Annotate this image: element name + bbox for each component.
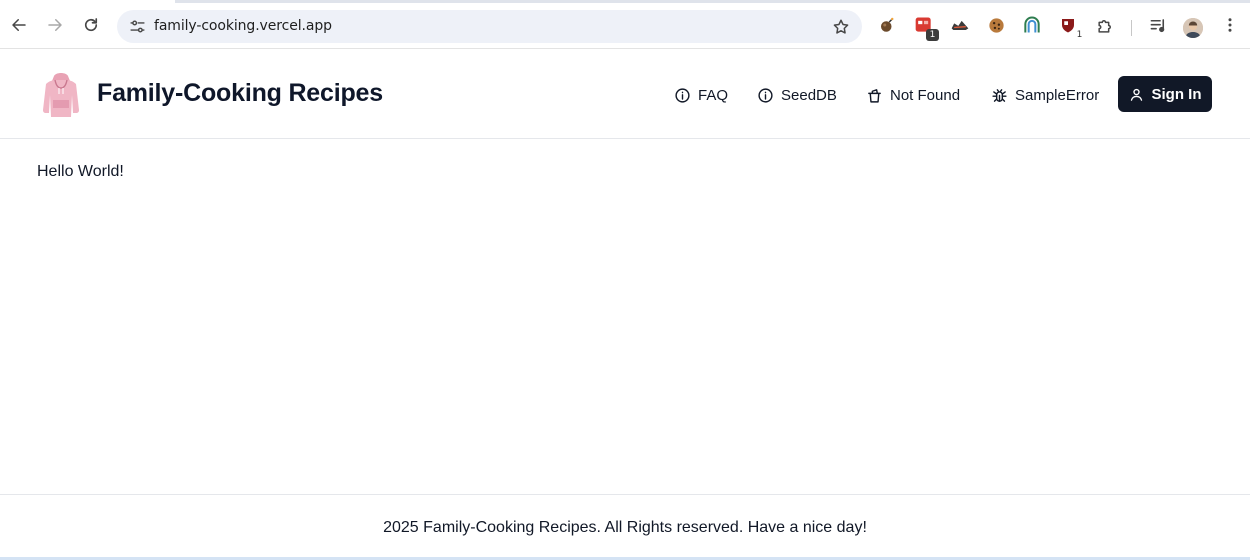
user-icon <box>1130 88 1142 101</box>
reload-button[interactable] <box>76 10 106 40</box>
arrow-right-icon <box>48 19 62 31</box>
url-text[interactable]: family-cooking.vercel.app <box>154 18 332 34</box>
info-icon <box>675 87 690 103</box>
forward-button[interactable] <box>40 10 70 40</box>
browser-menu-button[interactable] <box>1218 13 1242 37</box>
address-bar[interactable]: family-cooking.vercel.app <box>117 10 862 43</box>
tune-icon <box>129 20 145 33</box>
toolbar-divider <box>1131 20 1132 36</box>
hoodie-icon <box>43 73 79 117</box>
main-content: Hello World! <box>0 139 1250 494</box>
red-grid-extension-button[interactable]: 1 <box>912 13 939 41</box>
profile-photo-icon <box>1183 18 1203 38</box>
bug-icon <box>992 88 1007 102</box>
nav-faq-label: FAQ <box>698 86 729 104</box>
site-footer: 2025 Family-Cooking Recipes. All Rights … <box>0 494 1250 557</box>
cookie-extension-button[interactable] <box>984 13 1008 37</box>
extension-badge: 1 <box>926 29 939 41</box>
arrow-left-icon <box>12 19 26 31</box>
nav-not-found-link[interactable]: Not Found <box>866 83 960 107</box>
hoodie-logo[interactable] <box>38 70 84 118</box>
playlist-icon <box>1150 18 1164 32</box>
sneaker-extension-icon <box>951 20 969 30</box>
extensions-menu-button[interactable] <box>1093 13 1117 37</box>
more-vertical-icon <box>1228 18 1232 32</box>
nav-sample-error-label: SampleError <box>1015 86 1100 104</box>
footer-text: 2025 Family-Cooking Recipes. All Rights … <box>383 519 867 536</box>
cookie-extension-icon <box>988 17 1004 33</box>
sneaker-extension-button[interactable] <box>948 13 972 37</box>
nav-faq-link[interactable]: FAQ <box>674 83 728 107</box>
profile-avatar[interactable] <box>1183 18 1203 38</box>
site-header: Family-Cooking Recipes FAQ SeedDB Not Fo… <box>0 50 1250 139</box>
site-info-button[interactable] <box>123 13 151 40</box>
sign-in-button[interactable]: Sign In <box>1118 76 1212 112</box>
back-button[interactable] <box>4 10 34 40</box>
arch-extension-icon <box>1024 16 1040 33</box>
bomb-extension-button[interactable] <box>875 13 899 37</box>
arch-extension-button[interactable] <box>1020 13 1044 37</box>
shield-extension-button[interactable]: 1 <box>1056 13 1086 41</box>
star-icon <box>833 19 848 34</box>
nav-seeddb-label: SeedDB <box>781 86 837 104</box>
bookmark-button[interactable] <box>827 13 854 40</box>
browser-toolbar: family-cooking.vercel.app 1 1 <box>0 3 1250 49</box>
reload-icon <box>84 18 98 32</box>
info-icon <box>758 87 773 103</box>
trash-icon <box>868 88 881 103</box>
bomb-extension-icon <box>881 17 894 32</box>
nav-sample-error-link[interactable]: SampleError <box>991 83 1099 107</box>
extension-badge: 1 <box>1073 29 1086 41</box>
nav-seeddb-link[interactable]: SeedDB <box>757 83 837 107</box>
puzzle-icon <box>1097 19 1111 33</box>
media-controls-button[interactable] <box>1146 13 1170 37</box>
nav-not-found-label: Not Found <box>890 86 961 104</box>
site-title[interactable]: Family-Cooking Recipes <box>97 79 383 108</box>
hello-message: Hello World! <box>37 163 124 180</box>
sign-in-label: Sign In <box>1151 85 1202 103</box>
